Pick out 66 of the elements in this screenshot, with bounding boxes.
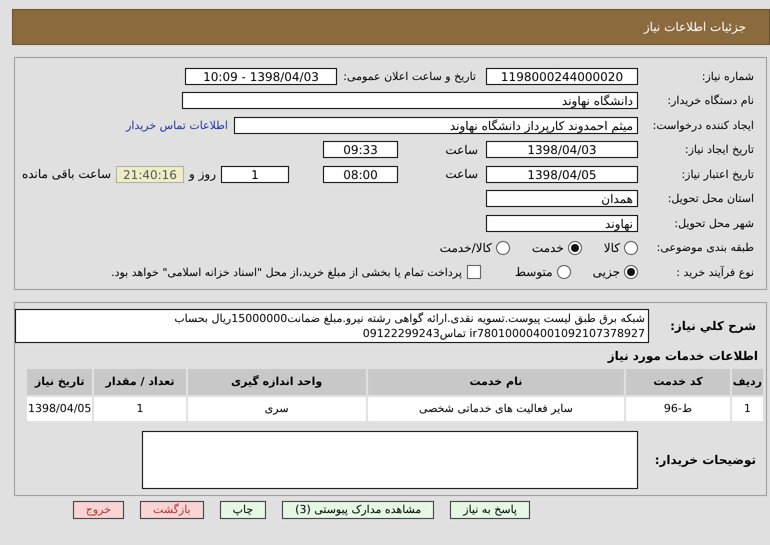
remaining-label: ساعت باقی مانده (20, 167, 112, 182)
field-label: تاریخ ایجاد نیاز: (684, 143, 755, 156)
field-label: نام دستگاه خریدار: (666, 94, 755, 108)
column-header: واحد اندازه گیری (188, 368, 366, 394)
column-header: تاریخ نیاز (27, 368, 92, 394)
option-label: کالا (604, 240, 620, 255)
category-option[interactable]: کالا/خدمت (440, 240, 510, 255)
action-button[interactable]: چاپ (220, 500, 266, 518)
column-header: ردیف (732, 368, 763, 394)
field-label: طبقه بندی موضوعی: (656, 241, 755, 254)
creator-field: میثم احمدوند کارپرداز دانشگاه نهاوند (234, 116, 638, 134)
need-number-field: 1198000244000020 (486, 68, 638, 85)
city-field: نهاوند (486, 214, 638, 232)
section-title: اطلاعات خدمات مورد نیاز (606, 348, 758, 362)
created-time-field: 09:33 (323, 141, 398, 158)
column-header: کد خدمت (626, 368, 730, 394)
radio-button[interactable] (496, 240, 510, 255)
column-header: تعداد / مقدار (94, 368, 186, 394)
radio-button[interactable] (568, 240, 582, 255)
time-label: ساعت (444, 142, 479, 157)
action-button[interactable]: بازگشت (140, 500, 204, 518)
field-label: شهر محل تحویل: (673, 216, 755, 230)
action-button[interactable]: خروج (72, 500, 124, 518)
radio-button[interactable] (624, 240, 638, 255)
days-label: روز و (188, 167, 217, 182)
time-label: ساعت (444, 167, 479, 182)
valid-time-field: 08:00 (323, 166, 398, 183)
category-option[interactable]: کالا (604, 240, 638, 255)
action-button[interactable]: مشاهده مدارک پیوستی (3) (282, 500, 434, 518)
table-cell: 1 (732, 396, 763, 420)
valid-date-field: 1398/04/05 (486, 166, 638, 183)
table-cell: سایر فعالیت های خدماتی شخصی (368, 396, 624, 420)
field-label: نوع فرآیند خرید : (675, 266, 755, 279)
summary-label: شرح کلي نیاز: (669, 318, 757, 332)
announce-date-field: 1398/04/03 - 10:09 (185, 68, 337, 85)
summary-text: شبکه برق طبق لیست پیوست.تسویه نقدی.ارائه گواهی رشته نیرو.مبلغ ضمانت15000000ریال بحساب ir780100004001092107378927 تماس09122299243 (15, 308, 649, 342)
radio-button[interactable] (556, 265, 571, 280)
field-label: شماره نیاز: (700, 70, 755, 83)
table-cell: 1 (94, 396, 186, 420)
option-label: کالا/خدمت (440, 240, 492, 255)
option-label: خدمت (532, 240, 564, 255)
field-label: استان محل تحویل: (666, 192, 755, 206)
process-option[interactable]: متوسط (514, 265, 571, 280)
process-option[interactable]: جزیی (592, 265, 638, 280)
buyer-contact-link[interactable]: اطلاعات تماس خریدار (126, 118, 228, 132)
checkbox[interactable] (466, 265, 481, 280)
category-option[interactable]: خدمت (532, 240, 582, 255)
radio-button[interactable] (624, 265, 638, 280)
column-header: نام خدمت (368, 368, 624, 394)
page-title: جزئیات اطلاعات نیاز (644, 20, 746, 34)
payment-note: پرداخت تمام یا بخشی از مبلغ خرید،از محل "اسناد خزانه اسلامی" خواهد بود. (111, 266, 462, 279)
field-label: تاریخ اعتبار نیاز: (680, 168, 755, 181)
action-button[interactable]: پاسخ به نیاز (450, 500, 530, 518)
option-label: متوسط (514, 265, 553, 280)
table-cell: سری (188, 396, 366, 420)
notes-label: توضیحات خریدار: (654, 452, 757, 466)
table-cell: ط-96 (626, 396, 730, 420)
province-field: همدان (486, 190, 638, 208)
created-date-field: 1398/04/03 (486, 141, 638, 158)
buyer-field: دانشگاه نهاوند (182, 92, 638, 110)
field-label: ایجاد کننده درخواست: (652, 118, 755, 132)
option-label: جزیی (592, 265, 620, 280)
field-label: تاریخ و ساعت اعلان عمومی: (343, 70, 477, 83)
table-cell: 1398/04/05 (27, 396, 92, 420)
days-field: 1 (221, 166, 289, 183)
remaining-time-field: 21:40:16 (116, 166, 184, 183)
